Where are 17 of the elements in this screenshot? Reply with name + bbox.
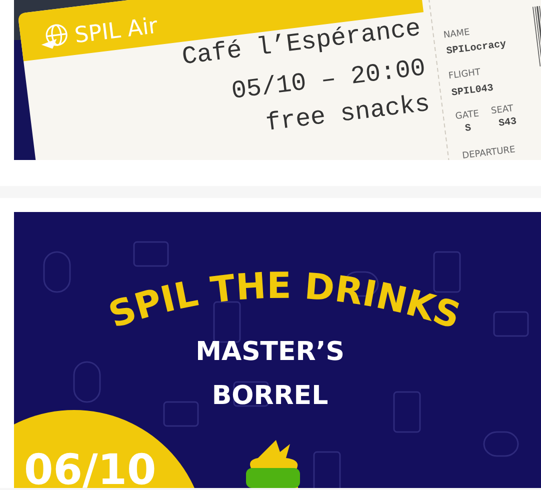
cup-splash-icon bbox=[246, 440, 300, 488]
field-label: NAME bbox=[442, 28, 470, 41]
field-label: SEAT bbox=[490, 104, 514, 117]
field-label: GATE bbox=[454, 109, 480, 122]
poster-subtitle: MASTER’S bbox=[196, 337, 344, 367]
field-label: FLIGHT bbox=[448, 68, 482, 82]
field-value: SPIL043 bbox=[451, 83, 494, 100]
field-label: DEPARTURE bbox=[462, 145, 516, 160]
poster-subtitle: BORREL bbox=[212, 381, 328, 411]
poster-title: SPIL THE DRINKS bbox=[104, 266, 466, 338]
field-value: S43 bbox=[498, 116, 518, 130]
field-value: S bbox=[464, 123, 472, 135]
airline-logo-text: SPIL Air bbox=[73, 14, 159, 49]
barcode-icon bbox=[532, 6, 541, 67]
globe-plane-icon bbox=[41, 24, 68, 49]
field-value: SPILocracy bbox=[446, 39, 507, 58]
poster-date: 06/10 bbox=[24, 445, 156, 488]
